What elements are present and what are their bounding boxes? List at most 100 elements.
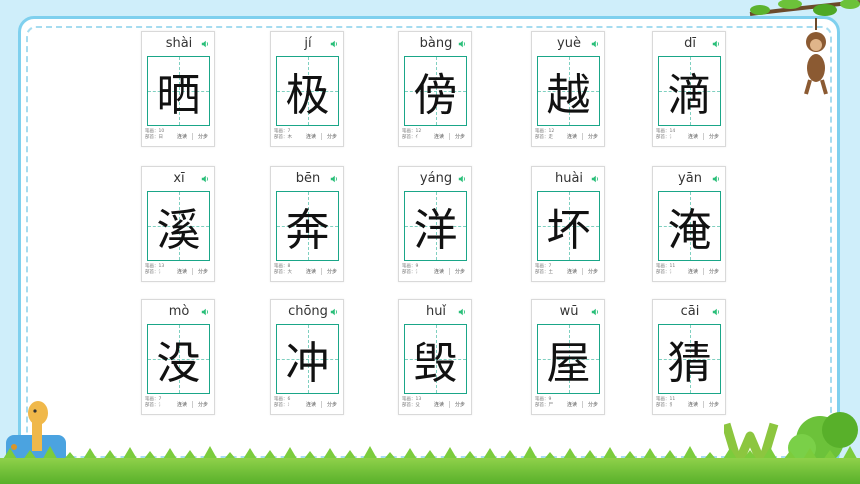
radical-info: 部首：土 — [535, 270, 553, 275]
play-step-button[interactable]: 分步 — [588, 268, 598, 275]
play-continuous-button[interactable]: 连读 — [306, 401, 316, 408]
radical-info: 部首：走 — [535, 135, 553, 140]
character-card[interactable]: huǐ 毁笔画：13 部首：殳 连读 分步 — [398, 299, 472, 415]
play-step-button[interactable]: 分步 — [709, 133, 719, 140]
divider — [582, 268, 583, 275]
play-step-button[interactable]: 分步 — [455, 268, 465, 275]
play-continuous-button[interactable]: 连读 — [688, 268, 698, 275]
divider — [192, 401, 193, 408]
speaker-icon[interactable] — [458, 40, 466, 48]
divider — [321, 268, 322, 275]
play-step-button[interactable]: 分步 — [327, 268, 337, 275]
divider — [192, 268, 193, 275]
tianzige-grid: 洋 — [404, 191, 467, 261]
tianzige-grid: 屋 — [537, 324, 600, 394]
monkey-icon — [804, 18, 828, 95]
radical-info: 部首：犭 — [656, 403, 674, 408]
play-continuous-button[interactable]: 连读 — [567, 133, 577, 140]
play-continuous-button[interactable]: 连读 — [688, 401, 698, 408]
character-card[interactable]: yáng 洋笔画：9 部首：氵 连读 分步 — [398, 166, 472, 282]
hanzi-character: 洋 — [413, 205, 458, 256]
hanzi-character: 傍 — [413, 70, 458, 121]
character-card[interactable]: bēn 奔笔画：8 部首：大 连读 分步 — [270, 166, 344, 282]
speaker-icon[interactable] — [201, 40, 209, 48]
stroke-info: 笔画：12 部首：走 — [535, 129, 565, 141]
tianzige-grid: 没 — [147, 324, 210, 394]
speaker-icon[interactable] — [712, 308, 720, 316]
speaker-icon[interactable] — [330, 40, 338, 48]
radical-info: 部首：亻 — [402, 135, 420, 140]
character-card[interactable]: mò 没笔画：7 部首：氵 连读 分步 — [141, 299, 215, 415]
play-step-button[interactable]: 分步 — [588, 133, 598, 140]
tianzige-grid: 淹 — [658, 191, 721, 261]
play-continuous-button[interactable]: 连读 — [434, 401, 444, 408]
speaker-icon[interactable] — [458, 308, 466, 316]
character-card[interactable]: yuè 越笔画：12 部首：走 连读 分步 — [531, 31, 605, 147]
play-step-button[interactable]: 分步 — [455, 133, 465, 140]
divider — [703, 268, 704, 275]
play-step-button[interactable]: 分步 — [455, 401, 465, 408]
play-step-button[interactable]: 分步 — [198, 133, 208, 140]
speaker-icon[interactable] — [591, 308, 599, 316]
stroke-info: 笔画：7 部首：氵 — [145, 397, 175, 409]
character-card[interactable]: shài 晒笔画：10 部首：日 连读 分步 — [141, 31, 215, 147]
character-card[interactable]: dī 滴笔画：14 部首：氵 连读 分步 — [652, 31, 726, 147]
play-step-button[interactable]: 分步 — [709, 401, 719, 408]
stroke-info: 笔画：11 部首：犭 — [656, 397, 686, 409]
play-continuous-button[interactable]: 连读 — [567, 268, 577, 275]
hanzi-character: 毁 — [413, 338, 458, 389]
speaker-icon[interactable] — [458, 175, 466, 183]
hanzi-character: 极 — [285, 70, 330, 121]
character-card[interactable]: xī 溪笔画：13 部首：氵 连读 分步 — [141, 166, 215, 282]
stroke-info: 笔画：13 部首：氵 — [145, 264, 175, 276]
character-card[interactable]: yān 淹笔画：11 部首：氵 连读 分步 — [652, 166, 726, 282]
character-card[interactable]: cāi 猜笔画：11 部首：犭 连读 分步 — [652, 299, 726, 415]
play-step-button[interactable]: 分步 — [709, 268, 719, 275]
speaker-icon[interactable] — [712, 175, 720, 183]
play-continuous-button[interactable]: 连读 — [177, 268, 187, 275]
play-step-button[interactable]: 分步 — [588, 401, 598, 408]
radical-info: 部首：冫 — [274, 403, 292, 408]
play-continuous-button[interactable]: 连读 — [306, 133, 316, 140]
stroke-info: 笔画：7 部首：土 — [535, 264, 565, 276]
character-card[interactable]: jí 极笔画：7 部首：木 连读 分步 — [270, 31, 344, 147]
divider — [703, 133, 704, 140]
tianzige-grid: 越 — [537, 56, 600, 126]
speaker-icon[interactable] — [591, 40, 599, 48]
radical-info: 部首：殳 — [402, 403, 420, 408]
play-step-button[interactable]: 分步 — [198, 401, 208, 408]
hanzi-character: 屋 — [546, 338, 591, 389]
divider — [449, 401, 450, 408]
tianzige-grid: 溪 — [147, 191, 210, 261]
hanzi-character: 冲 — [285, 338, 330, 389]
character-card[interactable]: chōng 冲笔画：6 部首：冫 连读 分步 — [270, 299, 344, 415]
speaker-icon[interactable] — [712, 40, 720, 48]
play-continuous-button[interactable]: 连读 — [434, 268, 444, 275]
play-step-button[interactable]: 分步 — [327, 401, 337, 408]
play-continuous-button[interactable]: 连读 — [567, 401, 577, 408]
stroke-info: 笔画：14 部首：氵 — [656, 129, 686, 141]
play-continuous-button[interactable]: 连读 — [177, 401, 187, 408]
play-continuous-button[interactable]: 连读 — [177, 133, 187, 140]
speaker-icon[interactable] — [330, 308, 338, 316]
stroke-info: 笔画：6 部首：冫 — [274, 397, 304, 409]
play-continuous-button[interactable]: 连读 — [306, 268, 316, 275]
divider — [582, 133, 583, 140]
grass-ground — [0, 458, 860, 484]
speaker-icon[interactable] — [591, 175, 599, 183]
play-continuous-button[interactable]: 连读 — [688, 133, 698, 140]
character-card[interactable]: wū 屋笔画：9 部首：尸 连读 分步 — [531, 299, 605, 415]
speaker-icon[interactable] — [330, 175, 338, 183]
divider — [582, 401, 583, 408]
tianzige-grid: 傍 — [404, 56, 467, 126]
speaker-icon[interactable] — [201, 175, 209, 183]
character-card[interactable]: bàng 傍笔画：12 部首：亻 连读 分步 — [398, 31, 472, 147]
speaker-icon[interactable] — [201, 308, 209, 316]
stroke-info: 笔画：11 部首：氵 — [656, 264, 686, 276]
tianzige-grid: 奔 — [276, 191, 339, 261]
play-step-button[interactable]: 分步 — [198, 268, 208, 275]
radical-info: 部首：大 — [274, 270, 292, 275]
character-card[interactable]: huài 坏笔画：7 部首：土 连读 分步 — [531, 166, 605, 282]
play-continuous-button[interactable]: 连读 — [434, 133, 444, 140]
play-step-button[interactable]: 分步 — [327, 133, 337, 140]
